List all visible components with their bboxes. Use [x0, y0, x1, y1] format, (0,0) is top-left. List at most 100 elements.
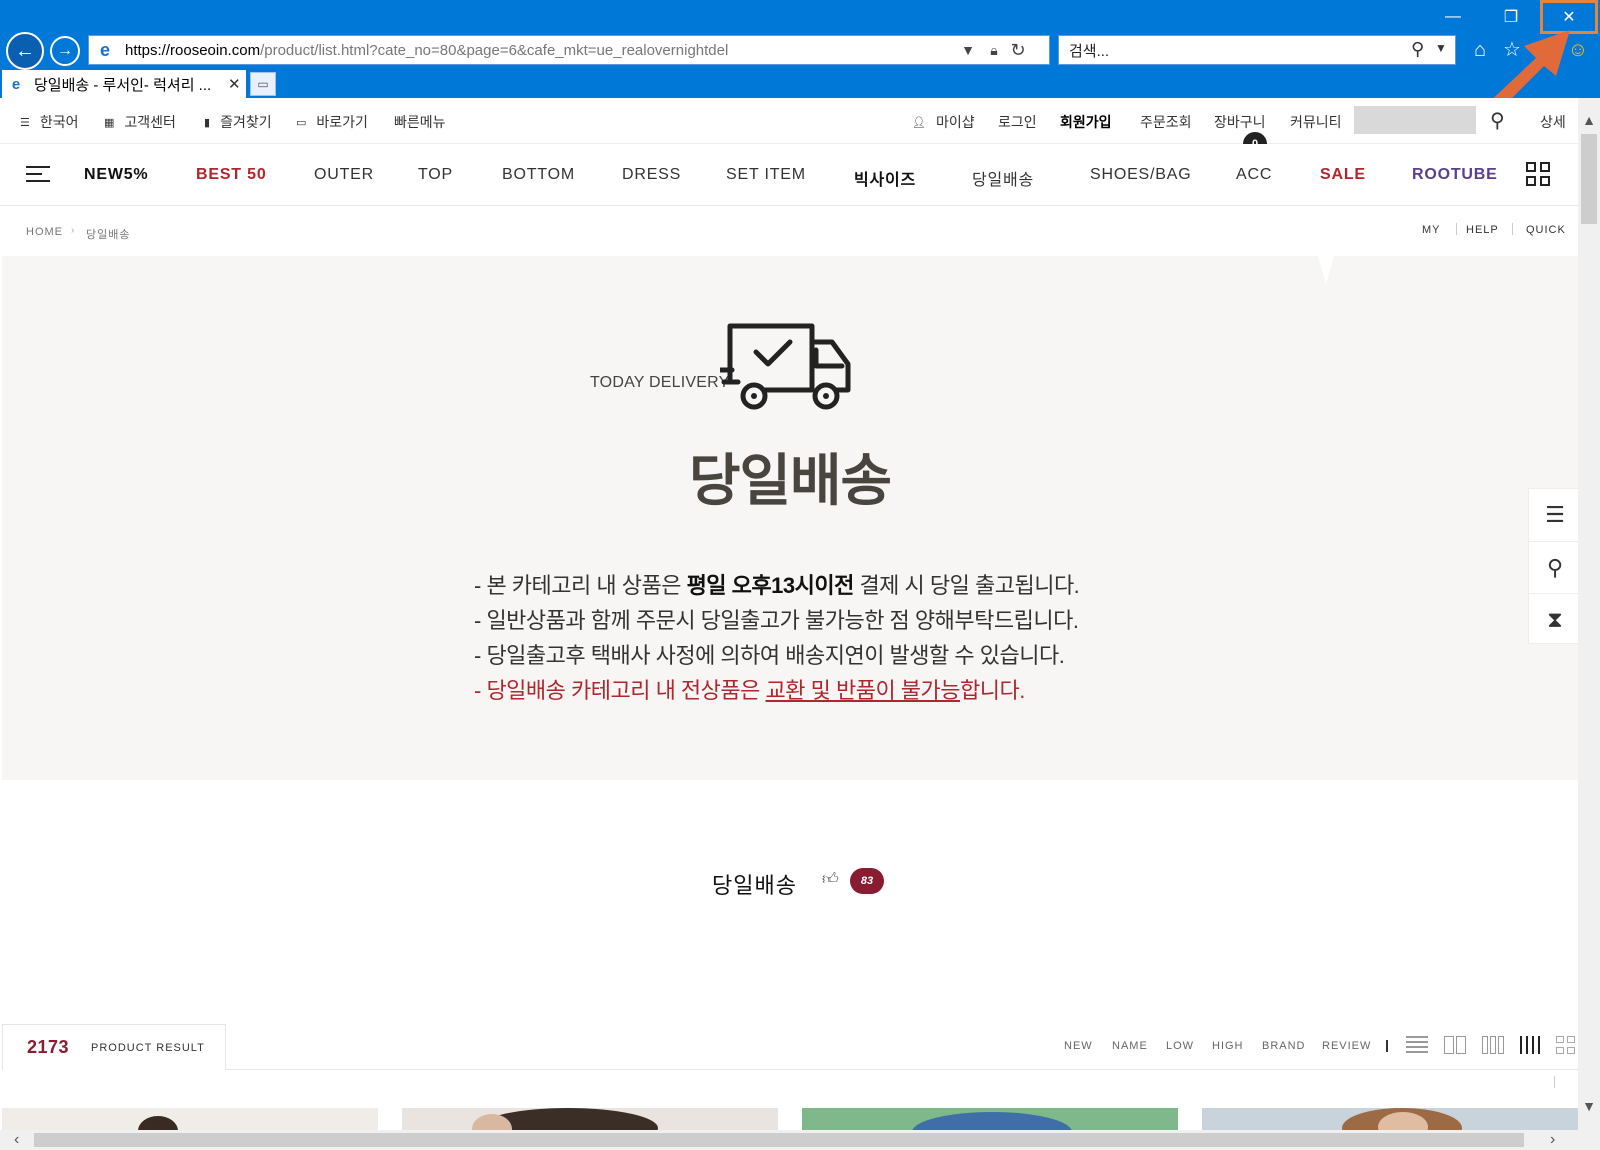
search-icon[interactable]: ⚲ — [1411, 39, 1424, 60]
notice-line: - 본 카테고리 내 상품은 평일 오후13시이전 결제 시 당일 출고됩니다. — [474, 573, 1080, 598]
scroll-down-icon[interactable]: ▼ — [1578, 1098, 1600, 1114]
hamburger-menu-icon[interactable] — [26, 166, 50, 184]
quick-menu-link[interactable]: 빠른메뉴 — [394, 112, 446, 132]
url-text[interactable]: https://rooseoin.com/product/list.html?c… — [125, 42, 965, 59]
thumbs-up-icon[interactable]: 👍︎ — [822, 870, 839, 889]
sort-review[interactable]: REVIEW — [1322, 1040, 1371, 1052]
utility-bar: ☰ 한국어 ▦ 고객센터 ▮ 즐겨찾기 ▭ 바로가기 빠른메뉴 👤︎ 마이샵 로그인 회원… — [0, 98, 1578, 144]
community-link[interactable]: 커뮤니티 — [1290, 112, 1342, 132]
scroll-thumb[interactable] — [34, 1133, 1524, 1147]
sort-high[interactable]: HIGH — [1212, 1040, 1244, 1052]
category-count-badge: 83 — [850, 868, 884, 894]
result-label: PRODUCT RESULT — [91, 1042, 205, 1054]
chevron-right-icon: › — [71, 225, 75, 236]
nav-new[interactable]: NEW5% — [84, 166, 148, 184]
shortcut-link[interactable]: ▭ 바로가기 — [296, 112, 368, 132]
scroll-thumb[interactable] — [1581, 134, 1597, 224]
help-link[interactable]: HELP — [1466, 224, 1499, 236]
nav-bottom[interactable]: BOTTOM — [502, 166, 575, 184]
search-icon[interactable]: ⚲ — [1490, 108, 1505, 133]
floating-side-panel: ☰ ⚲ ⧗ — [1528, 488, 1581, 645]
product-result-box: 2173 PRODUCT RESULT — [2, 1024, 226, 1070]
vertical-scrollbar[interactable]: ▲ ▼ — [1578, 98, 1600, 1130]
grid-view-icon[interactable] — [1526, 162, 1550, 186]
product-thumbnail[interactable] — [2, 1108, 378, 1130]
horizontal-scrollbar[interactable]: ‹ › — [0, 1130, 1600, 1150]
browser-chrome: — ❐ ✕ ← → e https://rooseoin.com/product… — [0, 0, 1600, 98]
tab-close-icon[interactable]: ✕ — [228, 75, 241, 93]
main-nav: NEW5% BEST 50 OUTER TOP BOTTOM DRESS SET… — [0, 144, 1578, 206]
side-menu-icon[interactable]: ☰ — [1529, 489, 1581, 541]
login-link[interactable]: 로그인 — [998, 112, 1037, 132]
side-search-icon[interactable]: ⚲ — [1529, 541, 1581, 593]
search-dropdown-icon[interactable]: ▼ — [1435, 41, 1447, 55]
sort-brand[interactable]: BRAND — [1262, 1040, 1306, 1052]
product-thumbnail[interactable] — [402, 1108, 778, 1130]
nav-shoes-bag[interactable]: SHOES/BAG — [1090, 166, 1191, 184]
gallery-view-icon[interactable] — [1556, 1036, 1576, 1054]
result-count: 2173 — [27, 1037, 70, 1057]
divider — [1554, 1076, 1555, 1088]
sort-low[interactable]: LOW — [1166, 1040, 1194, 1052]
browser-search-box[interactable]: 검색... ⚲ ▼ — [1058, 35, 1456, 65]
sort-new[interactable]: NEW — [1064, 1040, 1093, 1052]
list-view-icon[interactable] — [1406, 1036, 1428, 1054]
two-column-view-icon[interactable] — [1444, 1036, 1466, 1054]
join-link[interactable]: 회원가입 — [1060, 112, 1112, 132]
divider — [1456, 223, 1457, 235]
nav-top[interactable]: TOP — [418, 166, 453, 184]
hourglass-icon[interactable]: ⧗ — [1529, 593, 1581, 645]
lock-icon[interactable]: 🔒︎ — [983, 39, 1005, 61]
browser-tab[interactable]: e 당일배송 - 루서인- 럭셔리 ... ✕ — [2, 70, 246, 98]
ie-icon: e — [11, 75, 21, 93]
language-link[interactable]: ☰ 한국어 — [20, 112, 79, 132]
nav-best[interactable]: BEST 50 — [196, 166, 267, 184]
nav-outer[interactable]: OUTER — [314, 166, 374, 184]
address-bar[interactable]: e https://rooseoin.com/product/list.html… — [88, 35, 1050, 65]
quick-link[interactable]: QUICK — [1526, 224, 1566, 236]
category-banner: TODAY DELIVERY 당일배송 - 본 카테고리 내 상품은 평일 오후… — [2, 256, 1578, 780]
cart-link[interactable]: 장바구니 — [1214, 112, 1266, 132]
bookmark-icon: ▮ — [204, 116, 211, 129]
detail-link[interactable]: 상세 — [1540, 112, 1566, 132]
nav-dress[interactable]: DRESS — [622, 166, 681, 184]
banner-title: 당일배송 — [688, 449, 892, 512]
nav-big-size[interactable]: 빅사이즈 — [854, 166, 916, 190]
sort-name[interactable]: NAME — [1112, 1040, 1148, 1052]
category-title: 당일배송 — [712, 873, 797, 898]
notice-line: - 당일출고후 택배사 사정에 의하여 배송지연이 발생할 수 있습니다. — [474, 643, 1065, 668]
nav-acc[interactable]: ACC — [1236, 166, 1272, 184]
breadcrumb-home[interactable]: HOME — [26, 226, 63, 238]
search-input[interactable]: 검색... — [1069, 40, 1389, 61]
site-search-input[interactable] — [1354, 106, 1476, 134]
banner-notch — [1318, 256, 1334, 284]
four-column-view-icon[interactable] — [1520, 1036, 1542, 1054]
refresh-icon[interactable]: ↻ — [1007, 39, 1029, 61]
scroll-up-icon[interactable]: ▲ — [1578, 112, 1600, 128]
divider — [1512, 223, 1513, 235]
back-button[interactable]: ← — [6, 32, 44, 70]
monitor-icon: ▭ — [296, 116, 307, 129]
new-tab-button[interactable]: ▭ — [250, 72, 276, 96]
product-thumbnail[interactable] — [1202, 1108, 1578, 1130]
today-delivery-label: TODAY DELIVERY — [590, 374, 730, 391]
ie-icon: e — [99, 40, 110, 60]
menu-lines-icon: ☰ — [20, 116, 30, 129]
bookmark-link[interactable]: ▮ 즐겨찾기 — [204, 112, 272, 132]
scroll-right-icon[interactable]: › — [1550, 1131, 1555, 1149]
scroll-left-icon[interactable]: ‹ — [14, 1131, 19, 1149]
forward-button[interactable]: → — [50, 36, 80, 66]
nav-rootube[interactable]: ROOTUBE — [1412, 166, 1498, 184]
nav-today-delivery[interactable]: 당일배송 — [972, 166, 1034, 190]
order-lookup-link[interactable]: 주문조회 — [1140, 112, 1192, 132]
my-link[interactable]: MY — [1422, 224, 1441, 236]
three-column-view-icon[interactable] — [1482, 1036, 1504, 1054]
dropdown-arrow-icon[interactable]: ▼ — [957, 39, 979, 61]
product-thumbnail[interactable] — [802, 1108, 1178, 1130]
breadcrumb-current: 당일배송 — [86, 229, 131, 241]
nav-sale[interactable]: SALE — [1320, 166, 1366, 184]
nav-set-item[interactable]: SET ITEM — [726, 166, 806, 184]
user-icon: 👤︎ — [912, 116, 926, 129]
customer-center-link[interactable]: ▦ 고객센터 — [104, 112, 176, 132]
my-shop-link[interactable]: 👤︎ 마이샵 — [912, 112, 975, 132]
